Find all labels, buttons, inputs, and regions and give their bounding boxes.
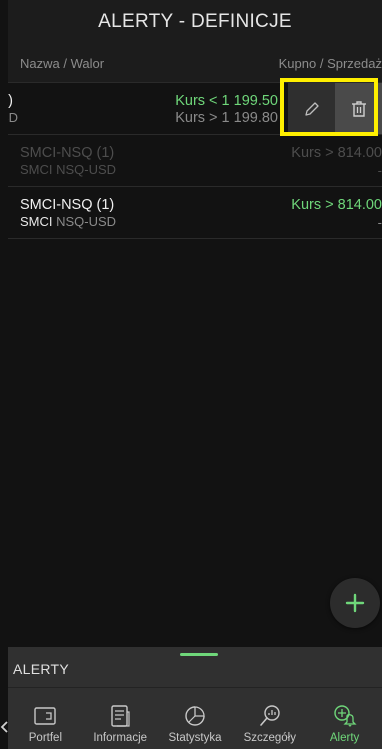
magnifier-chart-icon bbox=[259, 705, 280, 726]
bottom-panel: ALERTY Portfel Informacje Statystyka Szc… bbox=[8, 647, 382, 749]
alert-condition-buy: Kurs > 814.00 bbox=[291, 145, 382, 161]
alert-symbol: SMCI-NSQ (1) bbox=[20, 197, 115, 213]
column-header-buy-sell: Kupno / Sprzedaż bbox=[278, 56, 382, 71]
alert-subtitle: SMCI NSQ-USD bbox=[20, 214, 116, 229]
page-title-text: ALERTY - DEFINICJE bbox=[98, 11, 292, 32]
tab-label: Statystyka bbox=[168, 732, 222, 744]
panel-title: ALERTY bbox=[13, 661, 70, 677]
alert-subtitle-ticker: SMCI bbox=[20, 214, 53, 229]
document-icon bbox=[111, 705, 130, 727]
alert-row[interactable]: SMCI-NSQ (1) SMCI NSQ-USD Kurs > 814.00 … bbox=[8, 187, 382, 239]
alert-subtitle-market: NSQ-USD bbox=[52, 162, 117, 177]
alert-symbol: 1) bbox=[8, 93, 13, 109]
tab-alerty[interactable]: Alerty bbox=[307, 688, 382, 749]
alert-row-disabled[interactable]: SMCI-NSQ (1) SMCI NSQ-USD Kurs > 814.00 … bbox=[8, 135, 382, 187]
tab-szczegoly[interactable]: Szczegóły bbox=[232, 688, 307, 749]
alert-condition-sell: - bbox=[377, 215, 382, 230]
alert-subtitle-ticker: SMCI bbox=[20, 162, 53, 177]
alert-subtitle: SD bbox=[8, 110, 18, 125]
add-alert-button[interactable] bbox=[330, 578, 380, 628]
tab-label: Szczegóły bbox=[243, 732, 296, 744]
wallet-icon bbox=[34, 707, 57, 725]
tab-informacje[interactable]: Informacje bbox=[83, 688, 158, 749]
pie-chart-icon bbox=[185, 706, 205, 726]
back-chevron-icon[interactable] bbox=[0, 712, 10, 742]
panel-drag-handle[interactable] bbox=[180, 653, 218, 656]
alert-condition-buy: Kurs < 1 199.50 bbox=[175, 93, 278, 109]
alert-icon bbox=[333, 705, 357, 727]
tab-label: Alerty bbox=[329, 732, 360, 744]
edit-button[interactable] bbox=[288, 83, 335, 134]
delete-button[interactable] bbox=[335, 83, 382, 134]
page-title: ALERTY - DEFINICJE bbox=[8, 0, 382, 44]
pencil-icon bbox=[304, 101, 319, 116]
trash-icon bbox=[351, 100, 366, 117]
alert-subtitle-market: NSQ-USD bbox=[52, 214, 117, 229]
alert-list: 1) SD Kurs < 1 199.50 Kurs > 1 199.80 bbox=[8, 83, 382, 239]
tab-bar: Portfel Informacje Statystyka Szczegóły … bbox=[8, 688, 382, 749]
alert-condition-buy: Kurs > 814.00 bbox=[291, 197, 382, 213]
plus-icon bbox=[345, 593, 365, 613]
tab-label: Portfel bbox=[28, 732, 63, 744]
swipe-actions bbox=[288, 83, 382, 134]
tab-portfel[interactable]: Portfel bbox=[8, 688, 83, 749]
column-headers: Nazwa / Walor Kupno / Sprzedaż bbox=[8, 44, 382, 83]
tab-statystyka[interactable]: Statystyka bbox=[158, 688, 233, 749]
alert-condition-sell: Kurs > 1 199.80 bbox=[175, 110, 278, 126]
alert-symbol: SMCI-NSQ (1) bbox=[20, 145, 115, 161]
tab-label: Informacje bbox=[93, 732, 148, 744]
column-header-name: Nazwa / Walor bbox=[20, 56, 105, 71]
alert-row-swiped[interactable]: 1) SD Kurs < 1 199.50 Kurs > 1 199.80 bbox=[8, 83, 382, 135]
alert-condition-sell: - bbox=[377, 163, 382, 178]
alert-subtitle-market: SD bbox=[8, 110, 19, 125]
screen: ALERTY - DEFINICJE Nazwa / Walor Kupno /… bbox=[0, 0, 382, 749]
alert-subtitle: SMCI NSQ-USD bbox=[20, 162, 116, 177]
